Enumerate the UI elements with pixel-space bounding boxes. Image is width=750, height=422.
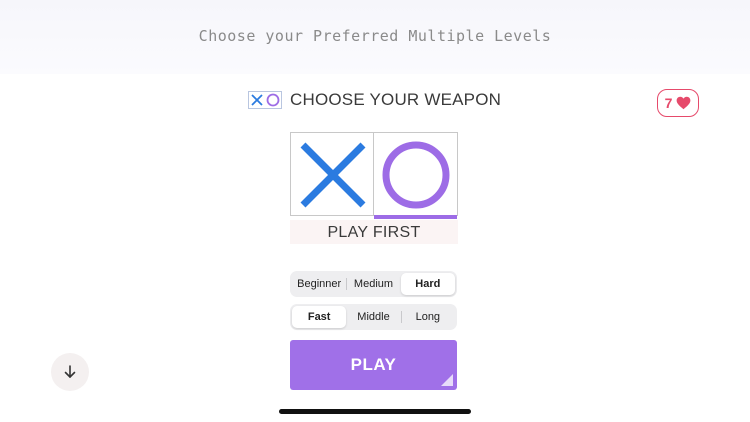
mini-x-icon: [251, 94, 263, 106]
home-indicator[interactable]: [279, 409, 471, 414]
speed-selector: Fast Middle Long: [290, 304, 457, 330]
mini-o-icon: [266, 93, 280, 107]
corner-triangle-icon: [441, 374, 453, 386]
heart-icon: [677, 96, 691, 110]
level-option-beginner[interactable]: Beginner: [292, 273, 346, 295]
page-title: CHOOSE YOUR WEAPON: [290, 90, 502, 109]
level-option-hard[interactable]: Hard: [400, 273, 455, 295]
title-row: CHOOSE YOUR WEAPON: [248, 89, 501, 111]
xo-logo-icon: [248, 91, 282, 109]
x-icon: [300, 142, 366, 208]
lives-count: 7: [664, 95, 673, 111]
scroll-down-button[interactable]: [51, 353, 89, 391]
arrow-down-icon: [64, 365, 76, 378]
weapon-o-option[interactable]: [374, 132, 458, 219]
play-first-toggle[interactable]: PLAY FIRST: [290, 220, 458, 244]
o-icon: [382, 141, 450, 209]
level-selector: Beginner Medium Hard: [290, 271, 457, 297]
top-banner: Choose your Preferred Multiple Levels: [0, 0, 750, 74]
banner-text: Choose your Preferred Multiple Levels: [198, 27, 552, 45]
play-button[interactable]: PLAY: [290, 340, 457, 390]
speed-option-fast[interactable]: Fast: [292, 306, 347, 328]
play-button-label: PLAY: [350, 355, 397, 374]
speed-option-middle[interactable]: Middle: [346, 306, 400, 328]
weapon-picker: [290, 132, 458, 219]
level-option-medium[interactable]: Medium: [346, 273, 400, 295]
lives-badge[interactable]: 7: [657, 89, 699, 117]
weapon-x-option[interactable]: [290, 132, 374, 216]
speed-option-long[interactable]: Long: [400, 306, 455, 328]
